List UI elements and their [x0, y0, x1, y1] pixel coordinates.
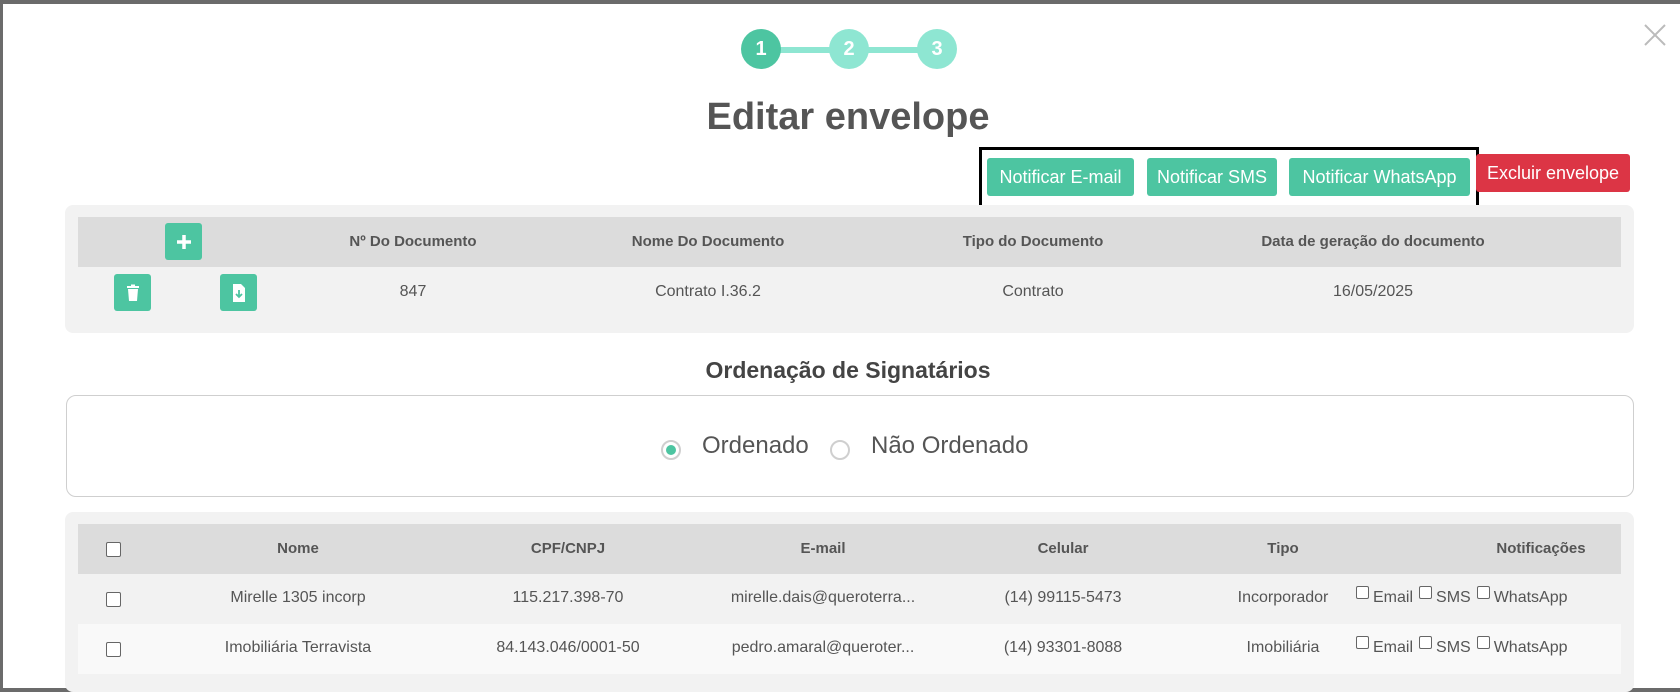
add-document-button[interactable]: [165, 223, 202, 260]
sms-label: SMS: [1436, 639, 1471, 656]
col-doc-number: Nº Do Documento: [349, 233, 477, 250]
step-2[interactable]: 2: [829, 29, 869, 69]
trash-icon: [126, 284, 139, 301]
plus-icon: [176, 234, 191, 249]
doc-number: 847: [399, 283, 427, 300]
doc-date: 16/05/2025: [1332, 283, 1414, 300]
col-name: Nome: [277, 540, 319, 557]
notify-whatsapp-button[interactable]: Notificar WhatsApp: [1289, 158, 1470, 196]
documents-panel: Nº Do Documento Nome Do Documento Tipo d…: [65, 205, 1634, 333]
signer-email: mirelle.dais@queroterra...: [730, 589, 916, 606]
radio-unordered[interactable]: [830, 440, 850, 460]
notify-email-checkbox[interactable]: [1356, 636, 1369, 649]
col-email: E-mail: [800, 540, 846, 557]
notify-email-checkbox[interactable]: [1356, 586, 1369, 599]
row-select-checkbox[interactable]: [106, 642, 121, 657]
whatsapp-label: WhatsApp: [1493, 639, 1568, 656]
whatsapp-label: WhatsApp: [1493, 589, 1568, 606]
notify-sms-button[interactable]: Notificar SMS: [1147, 158, 1277, 196]
file-download-icon: [232, 283, 245, 302]
col-doc-type: Tipo do Documento: [962, 233, 1104, 250]
signer-email: pedro.amaral@queroter...: [731, 639, 915, 656]
doc-name: Contrato I.36.2: [655, 283, 761, 300]
signer-doc: 84.143.046/0001-50: [496, 639, 640, 656]
signer-ordering-title: Ordenação de Signatários: [705, 357, 991, 383]
notify-whatsapp-checkbox[interactable]: [1476, 586, 1490, 599]
signers-panel: Nome CPF/CNPJ E-mail Celular Tipo Notifi…: [65, 512, 1634, 692]
close-icon[interactable]: [1642, 22, 1668, 48]
step-1[interactable]: 1: [741, 29, 781, 69]
sms-label: SMS: [1436, 589, 1471, 606]
email-label: Email: [1373, 589, 1414, 606]
signer-phone: (14) 99115-5473: [1004, 589, 1122, 606]
delete-document-button[interactable]: [114, 274, 151, 311]
email-label: Email: [1373, 639, 1414, 656]
stepper: 1 2 3: [741, 29, 959, 69]
radio-ordered[interactable]: [661, 440, 681, 460]
documents-table-header: Nº Do Documento Nome Do Documento Tipo d…: [78, 217, 1621, 267]
notify-sms-checkbox[interactable]: [1419, 586, 1433, 599]
signer-name: Imobiliária Terravista: [224, 639, 372, 656]
radio-unordered-label: Não Ordenado: [871, 432, 1029, 459]
signer-name: Mirelle 1305 incorp: [230, 589, 366, 606]
radio-ordered-label: Ordenado: [702, 432, 809, 459]
col-doc-date: Data de geração do documento: [1261, 233, 1485, 250]
col-cpf-cnpj: CPF/CNPJ: [530, 540, 606, 557]
notify-whatsapp-checkbox[interactable]: [1476, 636, 1490, 649]
notify-email-button[interactable]: Notificar E-mail: [987, 158, 1134, 196]
signer-phone: (14) 93301-8088: [1003, 639, 1123, 656]
download-document-button[interactable]: [220, 274, 257, 311]
signer-notifications: Email SMS WhatsApp: [1356, 586, 1574, 607]
select-all-checkbox[interactable]: [106, 542, 121, 557]
table-row: Imobiliária Terravista 84.143.046/0001-5…: [78, 624, 1621, 674]
notify-sms-checkbox[interactable]: [1419, 636, 1433, 649]
doc-type: Contrato: [1002, 283, 1064, 300]
notify-actions-highlight: Notificar E-mail Notificar SMS Notificar…: [979, 147, 1479, 208]
page-title: Editar envelope: [706, 96, 990, 138]
row-select-checkbox[interactable]: [106, 592, 121, 607]
signer-doc: 115.217.398-70: [512, 589, 624, 606]
col-type: Tipo: [1267, 540, 1299, 557]
signer-notifications: Email SMS WhatsApp: [1356, 636, 1574, 657]
delete-envelope-button[interactable]: Excluir envelope: [1476, 154, 1630, 192]
step-3[interactable]: 3: [917, 29, 957, 69]
ordering-options: Ordenado Não Ordenado: [66, 395, 1634, 497]
signers-table-header: Nome CPF/CNPJ E-mail Celular Tipo Notifi…: [78, 524, 1621, 574]
col-notifications: Notificações: [1496, 540, 1586, 557]
table-row: Mirelle 1305 incorp 115.217.398-70 mirel…: [78, 574, 1621, 624]
edit-envelope-modal: 1 2 3 Editar envelope Notificar E-mail N…: [3, 4, 1680, 692]
col-doc-name: Nome Do Documento: [631, 233, 785, 250]
col-phone: Celular: [1037, 540, 1089, 557]
